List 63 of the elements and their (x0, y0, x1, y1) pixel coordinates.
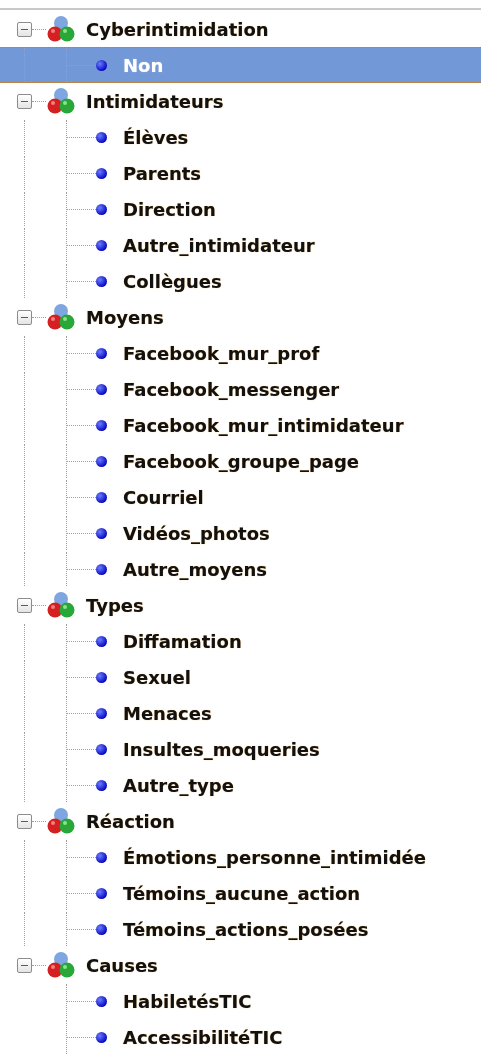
tree-item[interactable]: Facebook_messenger (0, 371, 481, 407)
dot-icon (96, 851, 107, 863)
tree-item[interactable]: Autre_intimidateur (0, 227, 481, 263)
tree-item[interactable]: Facebook_mur_intimidateur (0, 407, 481, 443)
dot-icon (96, 887, 107, 899)
spheres-icon (46, 86, 76, 116)
tree-item[interactable]: Témoins_actions_posées (0, 911, 481, 947)
collapse-button[interactable] (17, 21, 32, 37)
dot-icon (96, 167, 107, 179)
spheres-icon (46, 590, 76, 620)
dot-icon (96, 527, 107, 539)
dot-icon (96, 635, 107, 647)
dot-icon (96, 779, 107, 791)
tree-item[interactable]: HabiletésTIC (0, 983, 481, 1019)
dot-icon (96, 491, 107, 503)
tree-item[interactable]: Autre_moyens (0, 551, 481, 587)
dot-icon (96, 995, 107, 1007)
collapse-button[interactable] (17, 93, 32, 109)
dot-icon (96, 563, 107, 575)
tree-item[interactable]: AccessibilitéTIC (0, 1019, 481, 1055)
dot-icon (96, 671, 107, 683)
collapse-button[interactable] (17, 813, 32, 829)
tree-item[interactable]: Diffamation (0, 623, 481, 659)
dot-icon (96, 59, 107, 71)
spheres-icon (46, 806, 76, 836)
dot-icon (96, 923, 107, 935)
dot-icon (96, 419, 107, 431)
spheres-icon (46, 950, 76, 980)
dot-icon (96, 743, 107, 755)
tree-item[interactable]: Facebook_mur_prof (0, 335, 481, 371)
tree-item[interactable]: Intimidateurs (0, 83, 481, 119)
collapse-button[interactable] (17, 597, 32, 613)
tree-item[interactable]: Vidéos_photos (0, 515, 481, 551)
tree-item[interactable]: Cyberintimidation (0, 11, 481, 47)
dot-icon (96, 707, 107, 719)
tree-item[interactable]: Facebook_groupe_page (0, 443, 481, 479)
tree-item[interactable]: Parents (0, 155, 481, 191)
tree-item[interactable]: Direction (0, 191, 481, 227)
tree-item[interactable]: Courriel (0, 479, 481, 515)
collapse-button[interactable] (17, 309, 32, 325)
dot-icon (96, 131, 107, 143)
dot-icon (96, 275, 107, 287)
dot-icon (96, 203, 107, 215)
tree-item[interactable]: Émotions_personne_intimidée (0, 839, 481, 875)
dot-icon (96, 1031, 107, 1043)
tree-item[interactable]: Collègues (0, 263, 481, 299)
tree-item[interactable]: Menaces (0, 695, 481, 731)
tree-item[interactable]: Causes (0, 947, 481, 983)
tree-item[interactable]: Sexuel (0, 659, 481, 695)
tree-item[interactable]: Élèves (0, 119, 481, 155)
tree-item[interactable]: Réaction (0, 803, 481, 839)
tree-item[interactable]: Autre_type (0, 767, 481, 803)
tree-item[interactable]: Témoins_aucune_action (0, 875, 481, 911)
dot-icon (96, 239, 107, 251)
tree-item[interactable]: Types (0, 587, 481, 623)
tree-item[interactable]: Moyens (0, 299, 481, 335)
collapse-button[interactable] (17, 957, 32, 973)
spheres-icon (46, 14, 76, 44)
dot-icon (96, 455, 107, 467)
tree-item[interactable]: Insultes_moqueries (0, 731, 481, 767)
dot-icon (96, 383, 107, 395)
dot-icon (96, 347, 107, 359)
spheres-icon (46, 302, 76, 332)
